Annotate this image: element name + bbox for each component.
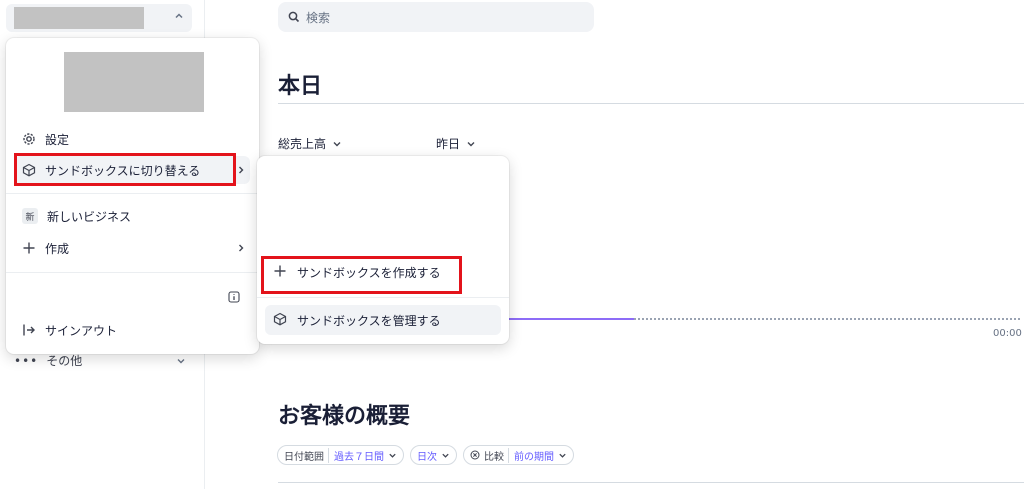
- filter-bar: 日付範囲 過去７日間 日次 比較 前の期間: [277, 445, 574, 465]
- divider: [278, 482, 1024, 483]
- menu-divider: [6, 193, 259, 194]
- metric-selector-yesterday[interactable]: 昨日: [436, 135, 476, 152]
- annotation-highlight-box: [14, 153, 236, 186]
- chevron-down-icon: [177, 358, 185, 363]
- page-title-today: 本日: [278, 74, 323, 99]
- metric-label: 総売上高: [278, 137, 327, 151]
- sandbox-submenu: サンドボックスを作成する サンドボックスを管理する: [257, 156, 509, 344]
- chevron-down-icon: [467, 141, 475, 146]
- chevron-down-icon: [559, 453, 566, 458]
- menu-item-manage-sandbox[interactable]: サンドボックスを管理する: [265, 305, 501, 335]
- new-badge: 新: [22, 208, 38, 224]
- clear-circle-icon[interactable]: [470, 450, 480, 460]
- account-logo-redacted: [64, 52, 204, 112]
- menu-divider: [6, 272, 259, 273]
- date-range-filter[interactable]: 日付範囲 過去７日間: [277, 445, 404, 465]
- account-switcher[interactable]: [6, 4, 192, 32]
- chevron-right-icon: [239, 166, 244, 174]
- menu-item-label: 設定: [45, 132, 70, 147]
- menu-item-label: サンドボックスを管理する: [297, 313, 441, 328]
- divider: [278, 103, 1024, 104]
- menu-item-sign-out[interactable]: サインアウト: [14, 316, 250, 344]
- chevron-up-icon: [175, 13, 183, 19]
- chevron-right-icon: [239, 244, 244, 252]
- more-dots-icon: •••: [14, 353, 39, 368]
- menu-item-label: 作成: [45, 241, 70, 256]
- sign-out-icon: [22, 323, 36, 337]
- metric-label: 昨日: [436, 137, 461, 151]
- filter-label: 日付範囲: [284, 451, 324, 463]
- filter-value: 過去７日間: [328, 447, 384, 463]
- search-icon: [288, 11, 300, 23]
- filter-value: 日次: [417, 451, 437, 463]
- section-title-customers: お客様の概要: [278, 404, 411, 429]
- menu-item-settings[interactable]: 設定: [14, 125, 250, 153]
- chart-series-forecast: [634, 318, 1020, 320]
- sidebar-item-more[interactable]: ••• その他: [14, 352, 186, 369]
- info-icon[interactable]: [228, 291, 240, 303]
- menu-item-label: サインアウト: [45, 323, 118, 338]
- filter-label: 比較: [484, 451, 504, 463]
- account-name-redacted: [14, 7, 144, 29]
- chart-x-tick: 00:00: [993, 328, 1022, 339]
- cube-icon: [273, 312, 287, 329]
- chevron-down-icon: [389, 453, 396, 458]
- account-menu: 設定 サンドボックスに切り替える 新 新しいビジネス 作成 サインアウト: [6, 38, 259, 354]
- filter-value: 前の期間: [508, 447, 554, 463]
- annotation-highlight-box: [261, 256, 462, 294]
- chevron-down-icon: [333, 141, 341, 146]
- search-placeholder: 検索: [306, 10, 331, 25]
- plus-icon: [22, 241, 36, 255]
- chevron-down-icon: [442, 453, 449, 458]
- chart-series-today: [508, 318, 634, 320]
- sidebar-item-label: その他: [46, 354, 83, 368]
- menu-item-create[interactable]: 作成: [14, 234, 250, 262]
- search-input[interactable]: 検索: [278, 2, 594, 32]
- menu-item-new-business[interactable]: 新 新しいビジネス: [14, 202, 250, 230]
- interval-filter[interactable]: 日次: [410, 445, 457, 465]
- menu-divider: [257, 297, 509, 298]
- menu-item-label: 新しいビジネス: [47, 209, 132, 224]
- metric-selector-gross[interactable]: 総売上高: [278, 135, 342, 152]
- gear-icon: [22, 132, 36, 146]
- compare-filter[interactable]: 比較 前の期間: [463, 445, 574, 465]
